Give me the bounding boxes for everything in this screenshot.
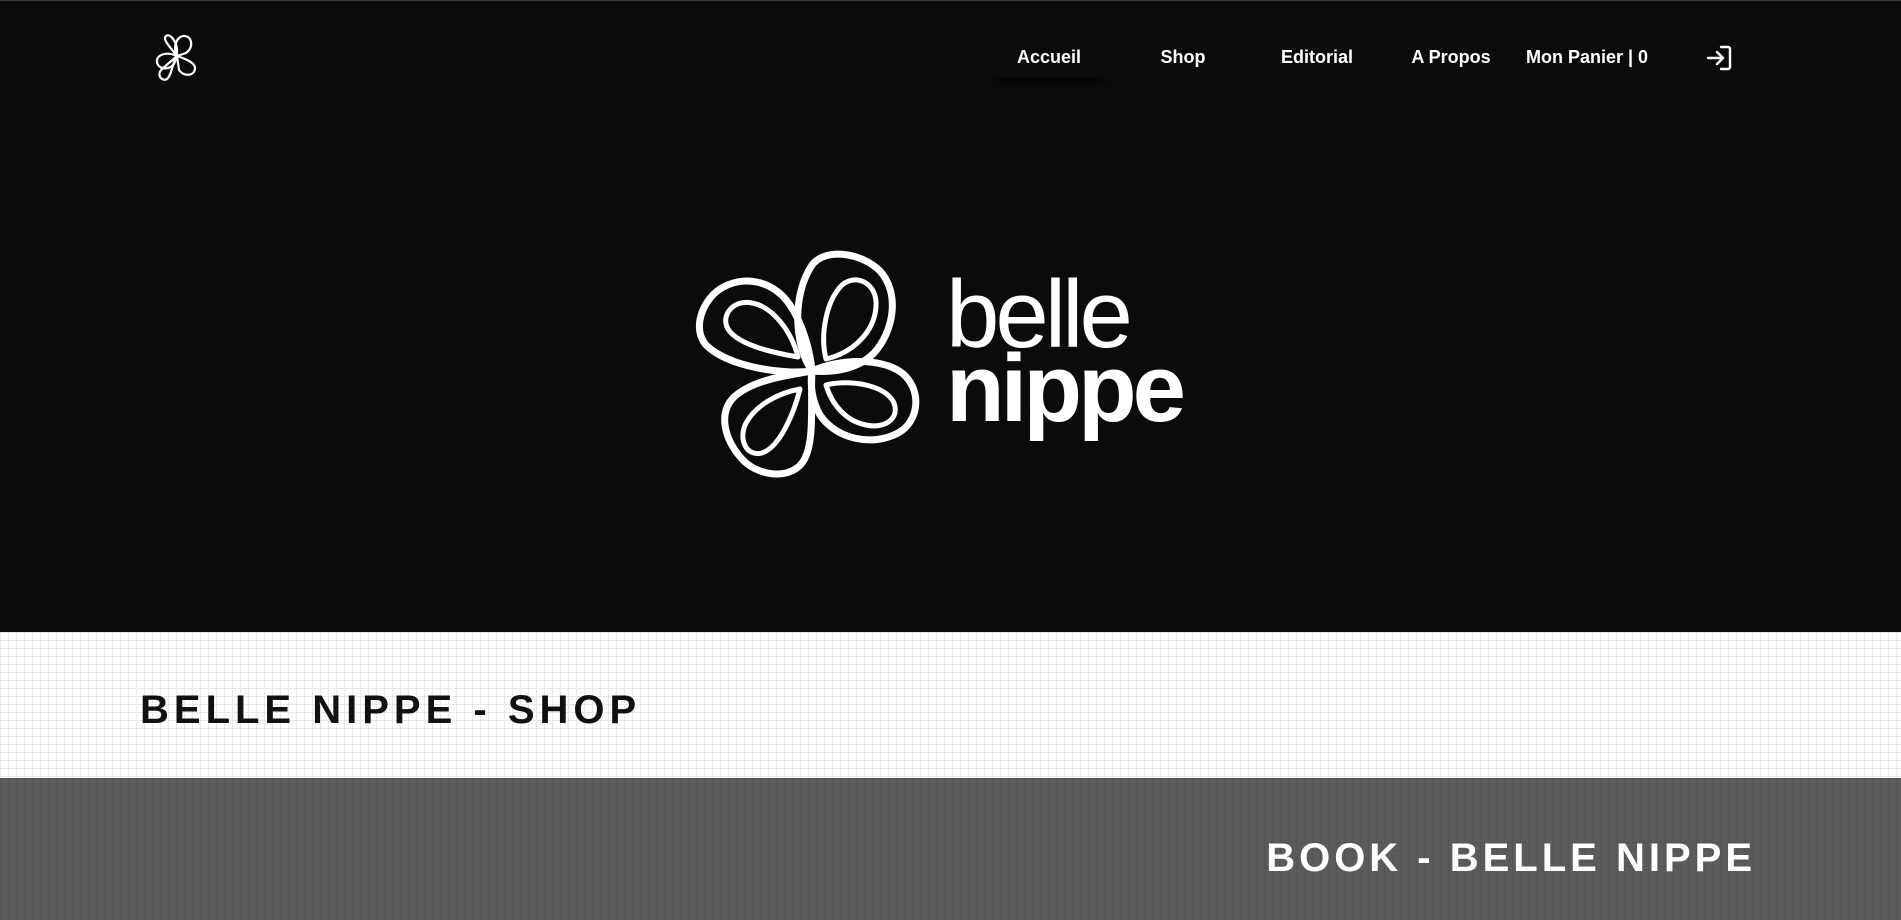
brand-word-nippe: nippe	[946, 335, 1186, 442]
nav-cart[interactable]: Mon Panier | 0	[1522, 37, 1652, 77]
nav-accueil[interactable]: Accueil	[990, 37, 1108, 77]
nav-shop[interactable]: Shop	[1128, 37, 1238, 77]
hero-section: Accueil Shop Editorial A Propos Mon Pani…	[0, 0, 1901, 632]
sign-in-icon[interactable]	[1704, 43, 1734, 73]
brand-logo: belle nippe	[694, 249, 1214, 489]
clover-flower-icon	[695, 250, 920, 478]
shop-section: BELLE NIPPE - SHOP	[0, 632, 1901, 778]
shop-section-title: BELLE NIPPE - SHOP	[140, 688, 642, 732]
nav-editorial[interactable]: Editorial	[1262, 37, 1372, 77]
main-nav: Accueil Shop Editorial A Propos Mon Pani…	[0, 37, 1901, 77]
book-section-title: BOOK - BELLE NIPPE	[1266, 836, 1756, 880]
nav-a-propos[interactable]: A Propos	[1396, 37, 1506, 77]
book-section: BOOK - BELLE NIPPE	[0, 778, 1901, 920]
page: Accueil Shop Editorial A Propos Mon Pani…	[0, 0, 1901, 920]
